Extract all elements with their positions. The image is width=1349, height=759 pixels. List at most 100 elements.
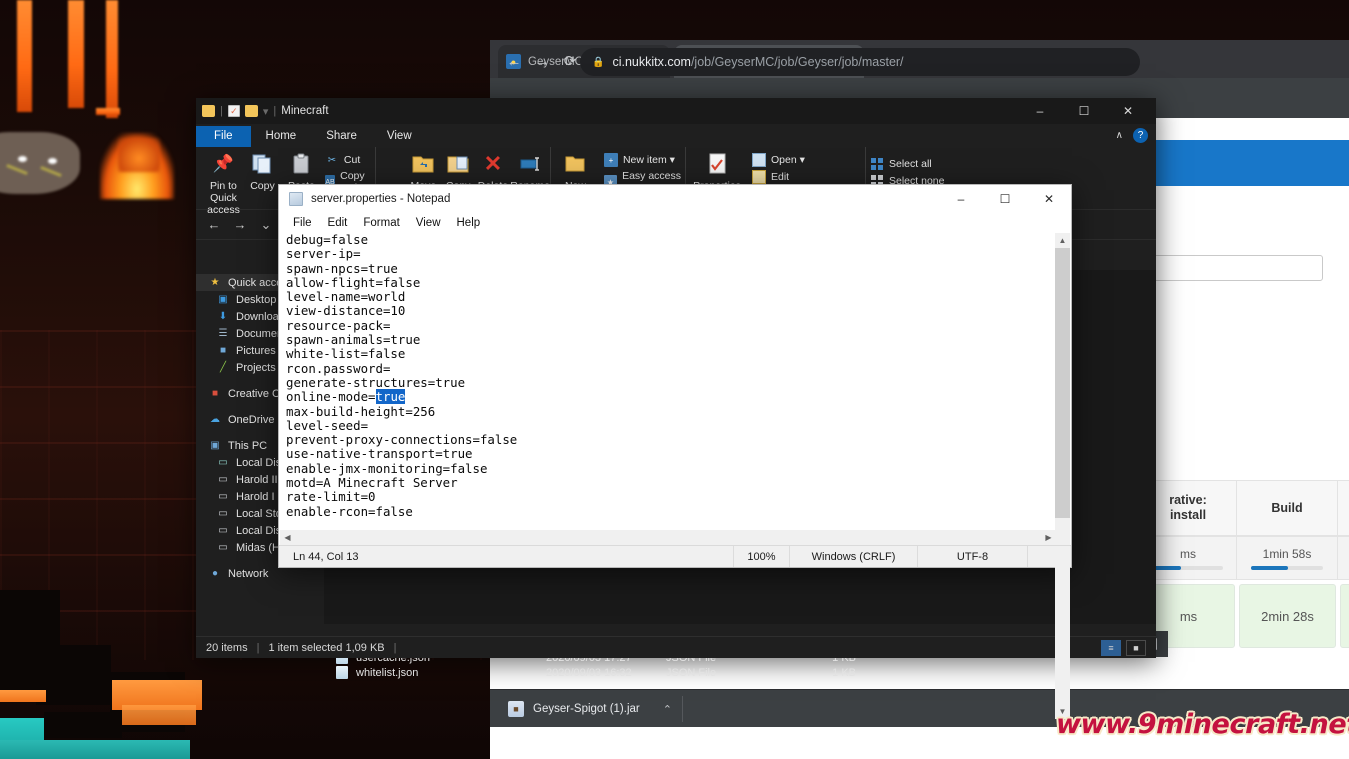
- explorer-window-title: Minecraft: [281, 105, 329, 117]
- scrollbar-thumb[interactable]: [1055, 248, 1070, 518]
- lava-fall: [17, 0, 32, 112]
- pin-to-quick-access-button[interactable]: 📌 Pin to Quick access: [204, 151, 243, 216]
- lock-icon: 🔒: [592, 56, 605, 68]
- scroll-right-icon[interactable]: ▶: [1041, 530, 1056, 545]
- open-button[interactable]: Open ▾: [752, 153, 805, 167]
- sidebar-item-label: This PC: [228, 439, 268, 452]
- drive-icon: ▭: [218, 525, 228, 536]
- cut-button[interactable]: ✂ Cut: [325, 153, 375, 167]
- minimize-button[interactable]: –: [1018, 98, 1062, 124]
- desktop-icon: ▣: [218, 294, 228, 305]
- folder-icon[interactable]: [202, 105, 215, 117]
- close-button[interactable]: ✕: [1027, 185, 1071, 212]
- new-folder-icon[interactable]: [244, 105, 258, 117]
- menu-format[interactable]: Format: [355, 215, 407, 231]
- notepad-status-bar: Ln 44, Col 13 100% Windows (CRLF) UTF-8: [279, 545, 1071, 567]
- scroll-left-icon[interactable]: ◀: [280, 530, 295, 545]
- url-host: ci.nukkitx.com: [612, 55, 691, 69]
- help-icon[interactable]: ?: [1133, 128, 1148, 143]
- edit-button[interactable]: Edit: [752, 170, 805, 184]
- text-before-selection: debug=false server-ip= spawn-npcs=true a…: [286, 232, 466, 405]
- documents-icon: ☰: [218, 328, 228, 339]
- notepad-icon: [289, 191, 303, 206]
- explorer-window-controls: – ☐ ✕: [1018, 98, 1150, 124]
- sidebar-item-label: Local Dis: [236, 524, 282, 537]
- button-label: Open ▾: [771, 154, 805, 166]
- open-icon: [752, 153, 766, 167]
- stage-cell-deploy[interactable]: 2m: [1340, 584, 1349, 648]
- minimize-button[interactable]: –: [939, 185, 983, 212]
- divider: |: [273, 105, 277, 117]
- site-watermark: www.9minecraft.net: [1056, 709, 1349, 740]
- button-label: Cut: [343, 154, 361, 166]
- ghast-mob: [0, 132, 80, 194]
- explorer-ribbon-tabs: File Home Share View ∧ ?: [196, 124, 1156, 147]
- nether-ledge: [0, 590, 60, 650]
- tab-file[interactable]: File: [196, 126, 251, 147]
- hotbar: [0, 740, 190, 759]
- lava-fall: [68, 0, 84, 108]
- menu-file[interactable]: File: [285, 215, 320, 231]
- rename-icon: [518, 151, 542, 177]
- menu-help[interactable]: Help: [449, 215, 489, 231]
- scissors-icon: ✂: [327, 154, 337, 166]
- maximize-button[interactable]: ☐: [1062, 98, 1106, 124]
- maximize-button[interactable]: ☐: [983, 185, 1027, 212]
- nether-ledge: [44, 712, 122, 738]
- ribbon-help-group: ∧ ?: [1116, 128, 1148, 143]
- copy-button[interactable]: Copy: [243, 151, 282, 192]
- resize-grip[interactable]: [1027, 546, 1071, 567]
- tab-home[interactable]: Home: [251, 126, 312, 147]
- this-pc-icon: ▣: [210, 440, 220, 451]
- sidebar-item-label: Desktop: [236, 293, 277, 306]
- button-label: Edit: [771, 171, 790, 183]
- back-icon[interactable]: ←: [502, 49, 526, 73]
- drive-icon: ▭: [218, 474, 228, 485]
- menu-edit[interactable]: Edit: [320, 215, 356, 231]
- notepad-window[interactable]: server.properties - Notepad – ☐ ✕ File E…: [278, 184, 1072, 719]
- sidebar-item-label: Local Dis: [236, 456, 282, 469]
- address-bar[interactable]: 🔒 ci.nukkitx.com/job/GeyserMC/job/Geyser…: [580, 48, 1140, 76]
- sidebar-item-label: OneDrive: [228, 413, 275, 426]
- new-folder-icon: [564, 151, 586, 177]
- sidebar-item-label: Network: [228, 567, 269, 580]
- edit-icon: [752, 170, 766, 184]
- network-icon: ●: [211, 568, 219, 579]
- notepad-text-area[interactable]: debug=false server-ip= spawn-npcs=true a…: [280, 232, 1340, 723]
- reload-icon[interactable]: ⟳: [558, 49, 582, 73]
- notepad-menu-bar: File Edit Format View Help: [279, 212, 1071, 233]
- sidebar-item-label: Pictures: [236, 344, 276, 357]
- cursor-position: Ln 44, Col 13: [293, 550, 359, 563]
- tab-view[interactable]: View: [372, 126, 427, 147]
- scroll-up-icon[interactable]: ▲: [1055, 233, 1070, 248]
- local-disk-icon: ▭: [218, 457, 228, 468]
- move-to-icon: [411, 151, 435, 177]
- chevron-down-icon[interactable]: ▾: [263, 105, 269, 118]
- copy-to-icon: [446, 151, 470, 177]
- lava-fall: [106, 0, 118, 118]
- menu-view[interactable]: View: [408, 215, 449, 231]
- sidebar-item-label: Harold II: [236, 473, 278, 486]
- selected-text: true: [375, 389, 406, 405]
- tab-share[interactable]: Share: [311, 126, 372, 147]
- vertical-scrollbar[interactable]: ▲ ▼: [1055, 233, 1070, 719]
- recent-locations-icon[interactable]: ⌄: [254, 213, 278, 237]
- horizontal-scrollbar[interactable]: ◀ ▶: [280, 530, 1056, 545]
- select-all-button[interactable]: Select all: [870, 157, 944, 171]
- sidebar-item-label: Projects: [236, 361, 276, 374]
- collapse-ribbon-icon[interactable]: ∧: [1116, 130, 1123, 141]
- select-commands: Select all Select none: [866, 151, 944, 188]
- item-count: 20 items: [206, 641, 248, 654]
- zoom-level[interactable]: 100%: [733, 546, 789, 567]
- lava-floor: [0, 690, 46, 702]
- properties-icon[interactable]: ✓: [227, 105, 240, 117]
- forward-icon[interactable]: →: [530, 49, 554, 73]
- new-item-button[interactable]: + New item ▾: [603, 153, 685, 167]
- nether-ledge: [36, 645, 111, 705]
- star-icon: ★: [210, 277, 220, 288]
- divider: |: [256, 641, 260, 654]
- pin-icon: 📌: [212, 154, 235, 174]
- sidebar-item-label: Quick acce: [228, 276, 283, 289]
- close-button[interactable]: ✕: [1106, 98, 1150, 124]
- new-item-icon: +: [603, 153, 618, 167]
